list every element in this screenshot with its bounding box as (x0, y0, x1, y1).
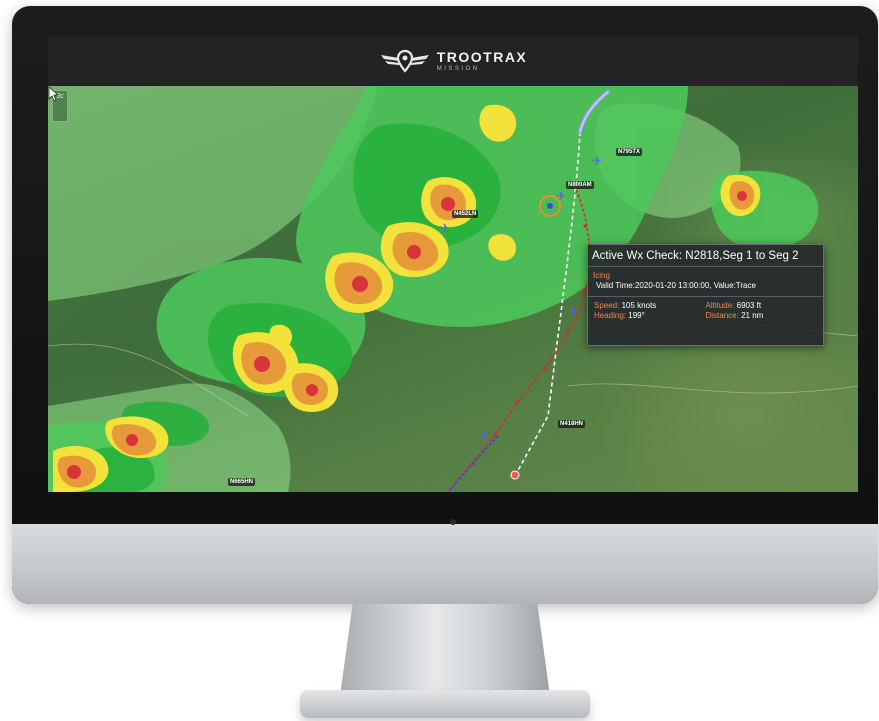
heading-stat: Heading: 199° (594, 311, 706, 320)
heading-value: 199° (628, 311, 645, 320)
aircraft-tag[interactable]: N418HN (558, 420, 586, 428)
valid-time: Valid Time:2020-01-20 13:00:00, Value:Tr… (596, 281, 756, 290)
altitude-value: 6903 ft (736, 301, 762, 310)
app-header: TrooTrax MISSION (48, 36, 858, 86)
hazard-type: Icing (593, 271, 610, 280)
winged-pin-logo-icon (380, 49, 429, 73)
wx-check-title: Active Wx Check: N2818,Seg 1 to Seg 2 (588, 245, 823, 267)
aircraft-icon[interactable]: ✈ (440, 222, 450, 234)
aircraft-tag[interactable]: N795TX (616, 148, 643, 156)
brand-name: TrooTrax (436, 49, 528, 65)
mouse-pointer-icon (48, 86, 60, 102)
speed-stat: Speed: 105 knots (594, 301, 706, 310)
heading-label: Heading: (594, 311, 627, 320)
flight-stats: Speed: 105 knots Altitude: 6903 ft Headi… (588, 301, 823, 320)
weather-map[interactable]: 9c ✈ N795TX ✈ N800AM ✈ N452LN ✈ ✈ N418HN… (48, 86, 858, 492)
distance-value: 21 nm (741, 311, 764, 320)
speed-value: 105 knots (621, 301, 657, 310)
aircraft-icon[interactable]: ✈ (556, 190, 566, 202)
distance-stat: Distance: 21 nm (706, 311, 818, 320)
wx-check-panel[interactable]: Active Wx Check: N2818,Seg 1 to Seg 2 Ic… (587, 244, 824, 346)
distance-label: Distance: (705, 311, 739, 320)
aircraft-tag[interactable]: N665HN (228, 478, 256, 486)
monitor-stand-base (300, 690, 590, 718)
brand-logo[interactable]: TrooTrax MISSION (379, 49, 528, 73)
altitude-label: Altitude: (705, 301, 735, 310)
speed-label: Speed: (594, 301, 620, 310)
app-screen: TrooTrax MISSION (48, 36, 858, 492)
panel-divider (588, 296, 823, 297)
brand-subtitle: MISSION (436, 66, 480, 72)
altitude-stat: Altitude: 6903 ft (706, 301, 818, 310)
monitor-chin (12, 524, 878, 604)
webcam (450, 519, 456, 525)
aircraft-icon[interactable]: ✈ (592, 155, 602, 167)
aircraft-tag[interactable]: N452LN (452, 210, 479, 218)
aircraft-icon[interactable]: ✈ (568, 306, 578, 318)
monitor-stand-neck (340, 604, 550, 696)
aircraft-icon[interactable]: ✈ (480, 430, 490, 442)
aircraft-tag[interactable]: N800AM (566, 181, 594, 189)
